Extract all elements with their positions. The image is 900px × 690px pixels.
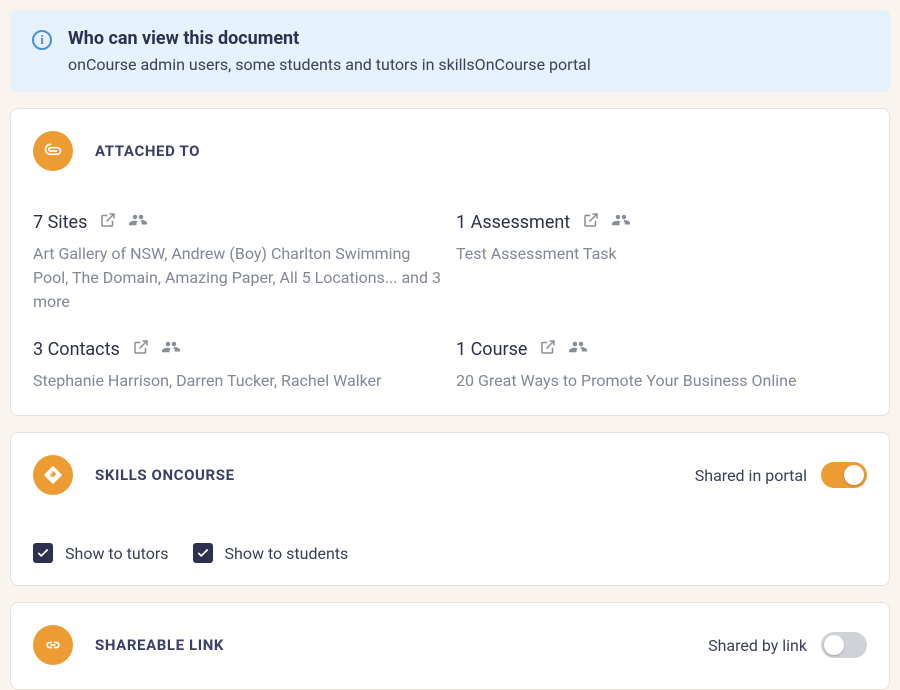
visibility-info-banner: i Who can view this document onCourse ad… <box>10 10 890 92</box>
attached-heading: 3 Contacts <box>33 339 120 360</box>
attached-detail: Stephanie Harrison, Darren Tucker, Rache… <box>33 369 444 393</box>
info-icon: i <box>32 30 52 50</box>
shared-link-label: Shared by link <box>708 636 807 655</box>
people-icon[interactable] <box>612 211 630 234</box>
shared-portal-toggle[interactable] <box>821 462 867 488</box>
attached-item-sites: 7 Sites Art Gallery of NSW, Andrew (Boy)… <box>33 211 444 314</box>
banner-title: Who can view this document <box>68 28 591 49</box>
people-icon[interactable] <box>569 338 587 361</box>
attached-item-course: 1 Course 20 Great Ways to Promote Your B… <box>456 338 867 393</box>
attached-heading: 1 Course <box>456 339 527 360</box>
checkbox-checked-icon <box>33 543 53 563</box>
checkbox-label: Show to students <box>225 544 349 563</box>
shared-link-toggle[interactable] <box>821 632 867 658</box>
people-icon[interactable] <box>162 338 180 361</box>
attached-detail: Art Gallery of NSW, Andrew (Boy) Charlto… <box>33 242 444 314</box>
show-students-checkbox[interactable]: Show to students <box>193 543 349 563</box>
attached-detail: Test Assessment Task <box>456 242 867 266</box>
attached-heading: 1 Assessment <box>456 212 570 233</box>
skills-section-title: SKILLS ONCOURSE <box>95 466 235 484</box>
attached-to-card: ATTACHED TO 7 Sites Art Gallery of NSW, … <box>10 108 890 416</box>
attached-item-contacts: 3 Contacts Stephanie Harrison, Darren Tu… <box>33 338 444 393</box>
attachment-icon <box>33 131 73 171</box>
attached-section-title: ATTACHED TO <box>95 142 200 160</box>
shareable-link-card: SHAREABLE LINK Shared by link <box>10 602 890 690</box>
people-icon[interactable] <box>129 211 147 234</box>
banner-subtitle: onCourse admin users, some students and … <box>68 55 591 74</box>
skills-oncourse-card: SKILLS ONCOURSE Shared in portal Show to… <box>10 432 890 586</box>
attached-detail: 20 Great Ways to Promote Your Business O… <box>456 369 867 393</box>
shared-portal-label: Shared in portal <box>695 466 807 485</box>
attached-item-assessment: 1 Assessment Test Assessment Task <box>456 211 867 314</box>
open-link-icon[interactable] <box>539 338 557 361</box>
open-link-icon[interactable] <box>99 211 117 234</box>
attached-heading: 7 Sites <box>33 212 87 233</box>
checkbox-checked-icon <box>193 543 213 563</box>
share-section-title: SHAREABLE LINK <box>95 636 224 654</box>
directions-icon <box>33 455 73 495</box>
show-tutors-checkbox[interactable]: Show to tutors <box>33 543 169 563</box>
link-icon <box>33 625 73 665</box>
checkbox-label: Show to tutors <box>65 544 169 563</box>
open-link-icon[interactable] <box>132 338 150 361</box>
open-link-icon[interactable] <box>582 211 600 234</box>
